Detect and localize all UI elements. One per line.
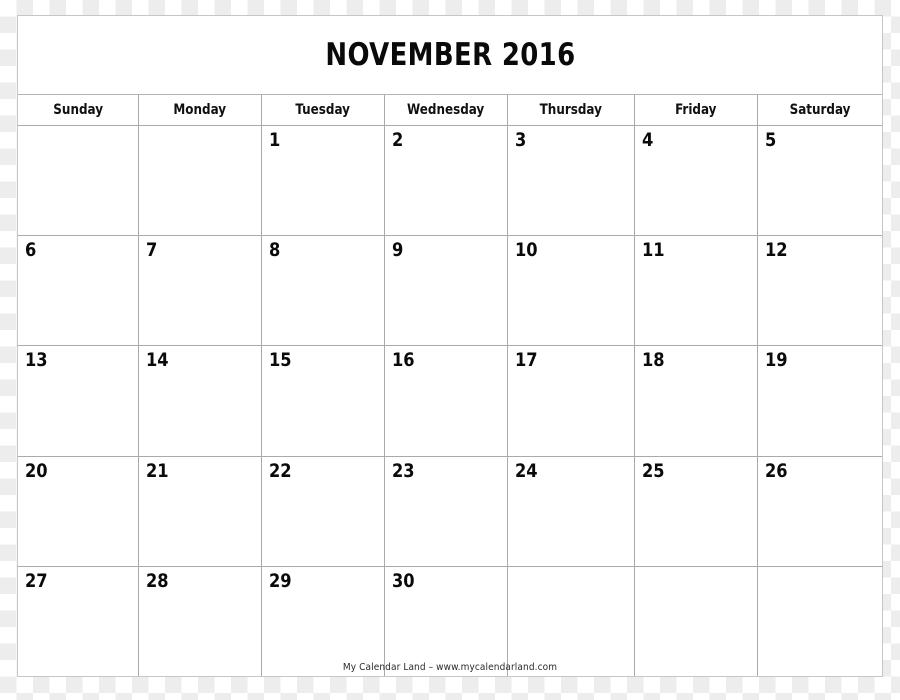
week-row: 13 14 15 16 17 18 19 [18, 346, 882, 457]
day-number: 15 [269, 349, 292, 372]
day-number: 25 [642, 459, 665, 482]
day-cell[interactable]: 20 [18, 456, 139, 566]
day-number: 30 [392, 569, 415, 592]
day-cell[interactable]: 25 [635, 456, 758, 566]
weekday-label: Thursday [539, 102, 603, 118]
day-cell[interactable] [139, 126, 262, 236]
day-number: 21 [146, 459, 169, 482]
page-title: NOVEMBER 2016 [324, 37, 576, 73]
day-cell[interactable]: 3 [508, 126, 635, 236]
day-cell[interactable] [758, 567, 882, 676]
weekday-label: Tuesday [295, 102, 351, 118]
weekday-label: Wednesday [407, 102, 485, 118]
weekday-header-sunday: Sunday [18, 95, 139, 125]
day-cell[interactable]: 4 [635, 126, 758, 236]
day-cell[interactable]: 29 [262, 566, 385, 677]
weekday-header-saturday: Saturday [758, 95, 882, 125]
day-cell[interactable]: 13 [18, 346, 139, 456]
day-number: 29 [269, 569, 292, 592]
day-cell[interactable]: 12 [758, 236, 882, 345]
day-number: 5 [765, 129, 777, 151]
day-cell[interactable]: 1 [262, 126, 385, 236]
day-cell[interactable]: 5 [758, 126, 882, 235]
day-cell[interactable]: 9 [385, 236, 508, 346]
day-cell[interactable]: 7 [139, 236, 262, 346]
day-cell[interactable]: 8 [262, 236, 385, 346]
day-number: 8 [269, 239, 281, 262]
weekday-label: Saturday [789, 102, 851, 118]
day-cell[interactable]: 24 [508, 456, 635, 566]
day-number: 2 [392, 129, 404, 151]
day-number: 28 [146, 569, 169, 592]
day-number: 17 [515, 349, 538, 372]
weekday-header-wednesday: Wednesday [385, 95, 508, 125]
weekday-label: Sunday [53, 102, 103, 118]
day-number: 10 [515, 239, 538, 262]
day-number: 13 [25, 349, 48, 372]
day-cell[interactable]: 21 [139, 456, 262, 566]
day-cell[interactable]: 23 [385, 456, 508, 566]
day-number: 27 [25, 569, 48, 592]
day-cell[interactable]: 17 [508, 346, 635, 456]
weekday-header-thursday: Thursday [508, 95, 635, 125]
day-cell[interactable]: 16 [385, 346, 508, 456]
day-cell[interactable] [508, 566, 635, 677]
calendar-title-bar: NOVEMBER 2016 [18, 16, 882, 95]
day-number: 26 [765, 459, 788, 482]
day-cell[interactable]: 28 [139, 566, 262, 677]
week-row: 27 28 29 30 [18, 566, 882, 677]
day-cell[interactable]: 30 [385, 566, 508, 677]
day-cell[interactable]: 19 [758, 346, 882, 455]
day-number: 19 [765, 349, 788, 372]
day-cell[interactable]: 22 [262, 456, 385, 566]
day-cell[interactable]: 15 [262, 346, 385, 456]
day-cell[interactable]: 27 [18, 566, 139, 677]
calendar-sheet: NOVEMBER 2016 Sunday Monday Tuesday Wedn… [17, 15, 883, 677]
day-number: 7 [146, 239, 158, 262]
weekday-header-row: Sunday Monday Tuesday Wednesday Thursday… [18, 95, 882, 126]
day-number: 12 [765, 239, 788, 262]
week-row: 6 7 8 9 10 11 12 [18, 236, 882, 347]
day-number: 18 [642, 349, 665, 372]
day-number: 4 [642, 129, 654, 151]
day-cell[interactable]: 26 [758, 457, 882, 566]
day-cell[interactable]: 10 [508, 236, 635, 346]
day-number: 9 [392, 239, 404, 262]
day-number: 22 [269, 459, 292, 482]
day-cell[interactable]: 6 [18, 236, 139, 346]
weekday-header-monday: Monday [139, 95, 262, 125]
day-cell[interactable] [18, 126, 139, 236]
week-row: 20 21 22 23 24 25 26 [18, 456, 882, 567]
day-number: 3 [515, 129, 527, 151]
day-number: 24 [515, 459, 538, 482]
weekday-header-friday: Friday [635, 95, 758, 125]
day-number: 16 [392, 349, 415, 372]
day-number: 23 [392, 459, 415, 482]
day-cell[interactable]: 2 [385, 126, 508, 236]
day-number: 6 [25, 239, 37, 262]
weekday-header-tuesday: Tuesday [262, 95, 385, 125]
day-cell[interactable] [635, 566, 758, 677]
weekday-label: Monday [173, 102, 227, 118]
day-cell[interactable]: 11 [635, 236, 758, 346]
day-number: 1 [269, 129, 281, 151]
day-cell[interactable]: 18 [635, 346, 758, 456]
weekday-label: Friday [675, 102, 717, 118]
day-number: 14 [146, 349, 169, 372]
day-number: 20 [25, 459, 48, 482]
calendar-grid: 1 2 3 4 5 6 7 8 9 10 11 12 13 14 15 16 1… [18, 126, 882, 677]
day-cell[interactable]: 14 [139, 346, 262, 456]
day-number: 11 [642, 239, 665, 262]
screenshot-canvas: NOVEMBER 2016 Sunday Monday Tuesday Wedn… [0, 0, 900, 700]
week-row: 1 2 3 4 5 [18, 126, 882, 237]
